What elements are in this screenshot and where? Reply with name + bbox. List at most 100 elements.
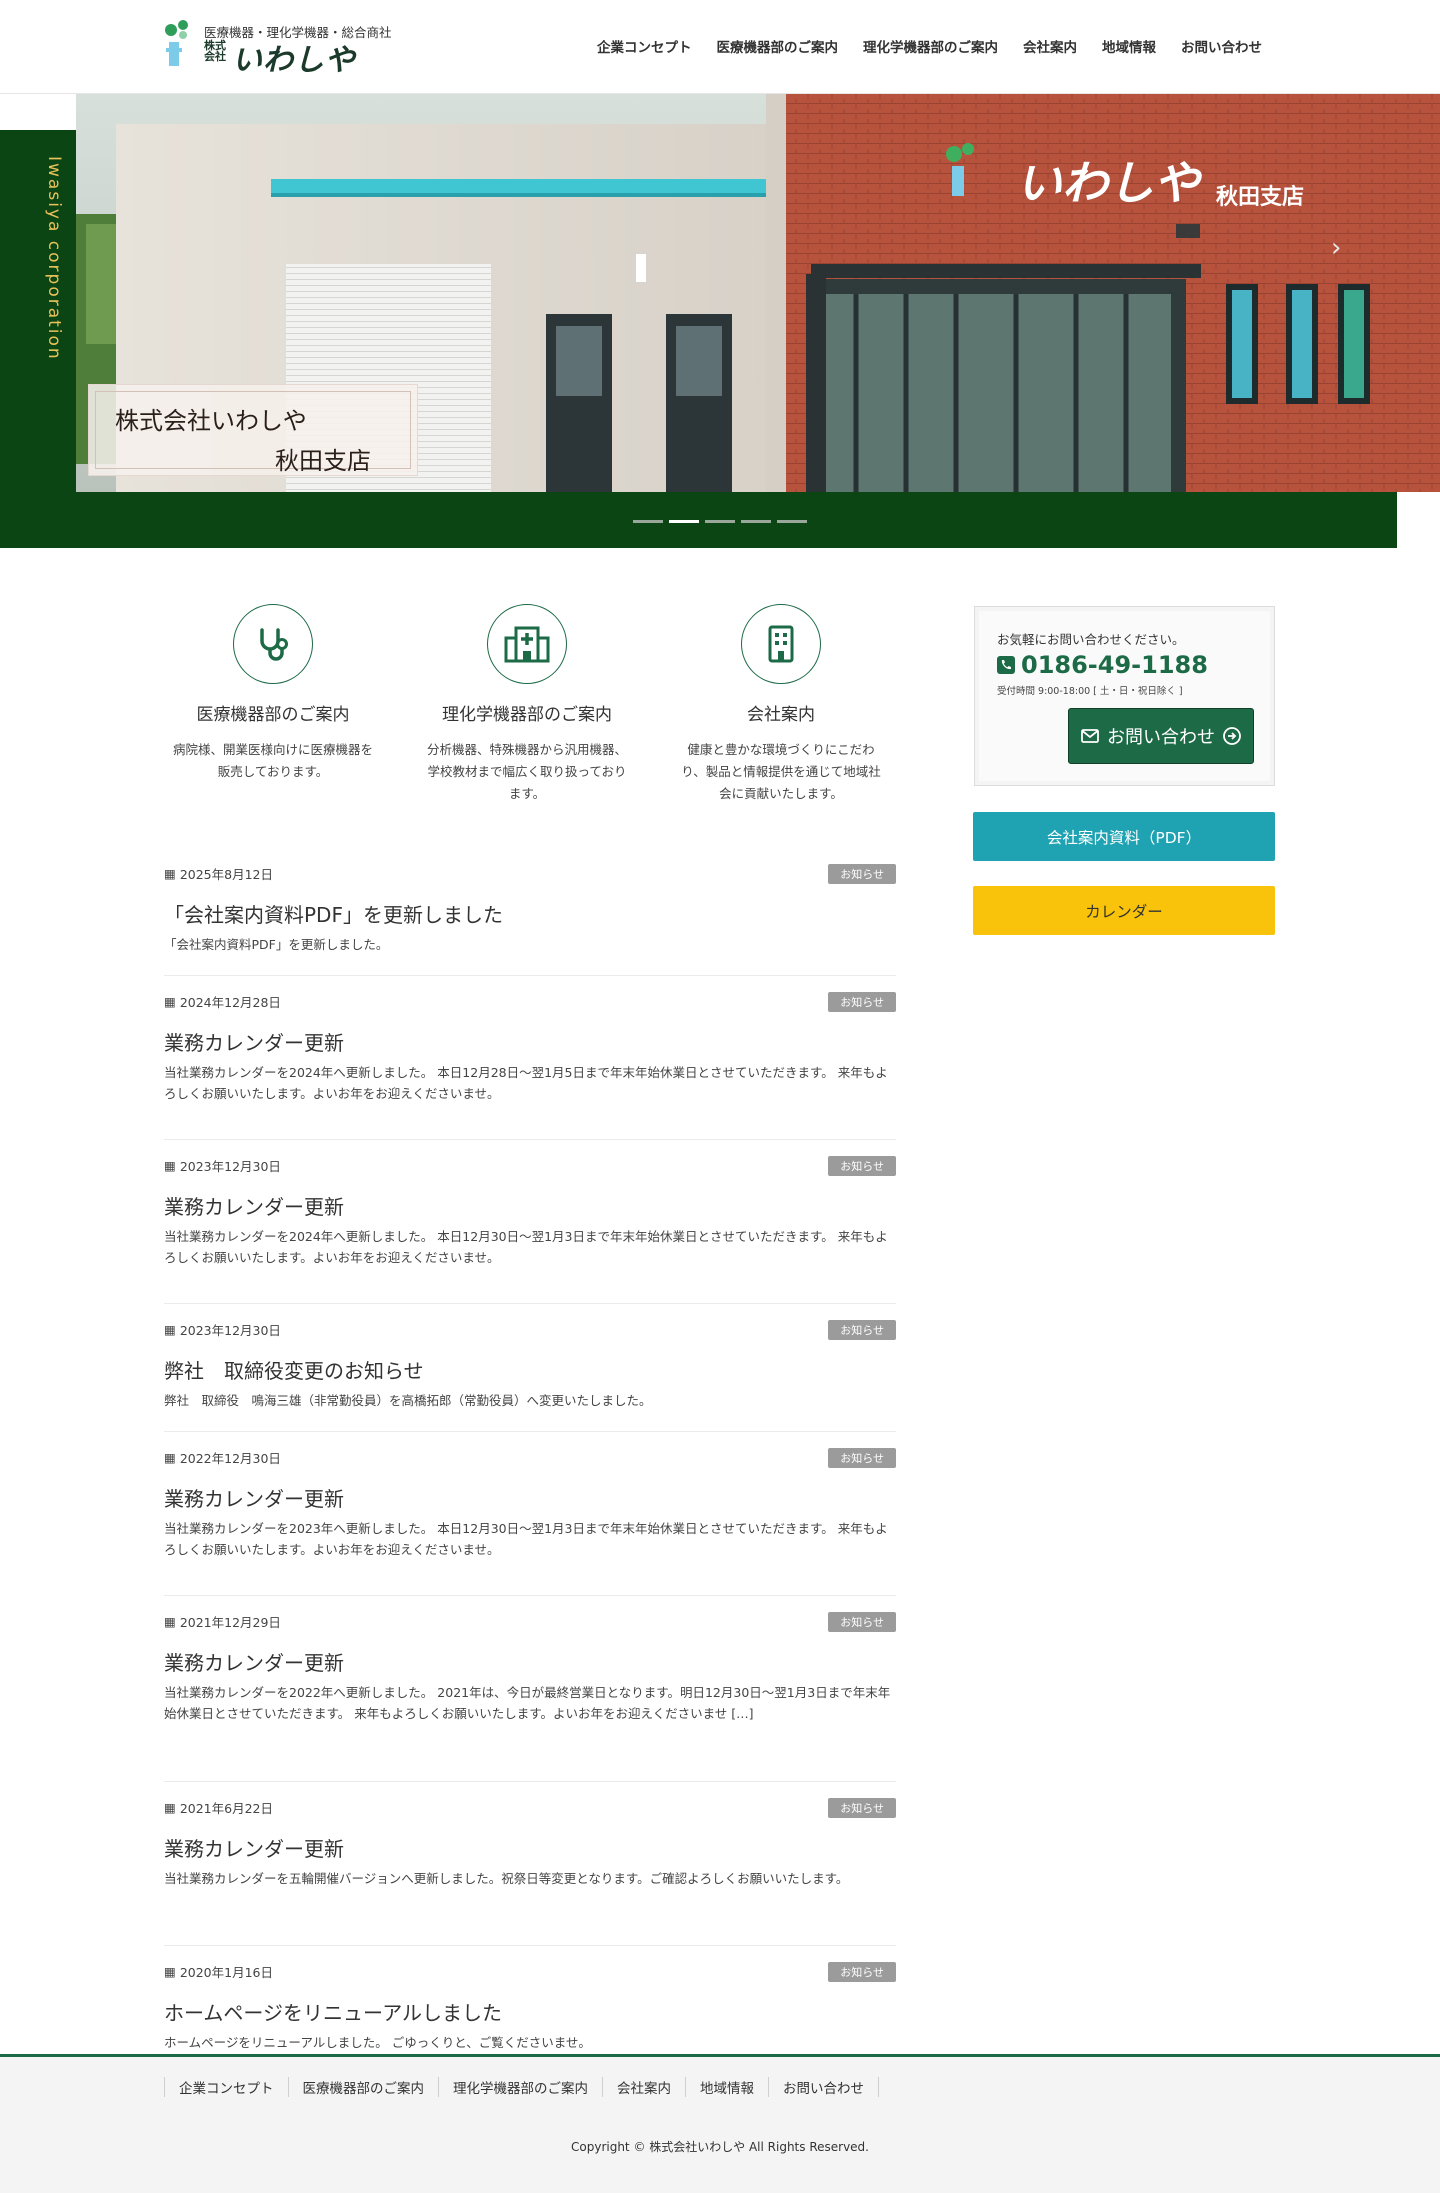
logo-company-name: いわしや [232, 43, 356, 78]
footer-nav-company[interactable]: 会社案内 [602, 2077, 685, 2097]
news-title[interactable]: 業務カレンダー更新 [164, 1027, 896, 1056]
news-excerpt: 当社業務カレンダーを2024年へ更新しました。 本日12月30日～翌1月3日まで… [164, 1229, 888, 1265]
news-title[interactable]: ホームページをリニューアルしました [164, 1997, 896, 2026]
news-title[interactable]: 「会社案内資料PDF」を更新しました [164, 899, 896, 928]
footer-nav-concept[interactable]: 企業コンセプト [164, 2077, 288, 2097]
feature-title: 理化学機器部のご案内 [442, 705, 612, 725]
calendar-icon: ▦ [164, 1614, 176, 1629]
feature-text: 分析機器、特殊機器から汎用機器、学校教材まで幅広く取り扱っております。 [426, 742, 627, 801]
feature-science[interactable]: 理化学機器部のご案内 分析機器、特殊機器から汎用機器、学校教材まで幅広く取り扱っ… [418, 604, 636, 805]
feature-circle [487, 604, 567, 684]
news-date: ▦ 2022年12月30日 [164, 1450, 281, 1466]
hero-side-panel: Iwasiya corporation [0, 130, 76, 548]
news-category-badge[interactable]: お知らせ [828, 1448, 896, 1468]
calendar-icon: ▦ [164, 1322, 176, 1337]
hero-caption: 株式会社いわしや 秋田支店 [88, 384, 418, 476]
svg-text:›: › [1331, 233, 1341, 263]
nav-concept[interactable]: 企業コンセプト [597, 36, 692, 56]
news-item[interactable]: ▦ 2023年12月30日 お知らせ 業務カレンダー更新 当社業務カレンダーを20… [164, 1156, 896, 1304]
news-date: ▦ 2021年12月29日 [164, 1614, 281, 1630]
logo-mark-icon [165, 20, 188, 66]
footer-nav-science[interactable]: 理化学機器部のご案内 [438, 2077, 602, 2097]
contact-button-label: お問い合わせ [1107, 727, 1215, 748]
calendar-icon: ▦ [164, 1800, 176, 1815]
news-excerpt: 当社業務カレンダーを五輪開催バージョンへ更新しました。祝祭日等変更となります。ご… [164, 1871, 849, 1886]
news-title[interactable]: 業務カレンダー更新 [164, 1191, 896, 1220]
news-date: ▦ 2024年12月28日 [164, 994, 281, 1010]
hero-sign-name: いわしや [1016, 156, 1204, 210]
footer-nav-contact[interactable]: お問い合わせ [768, 2077, 879, 2097]
phone-icon [997, 656, 1015, 674]
news-category-badge[interactable]: お知らせ [828, 1156, 896, 1176]
calendar-button[interactable]: カレンダー [973, 886, 1275, 935]
news-title[interactable]: 業務カレンダー更新 [164, 1483, 896, 1512]
feature-text: 健康と豊かな環境づくりにこだわり、製品と情報提供を通じて地域社会に貢献いたします… [681, 742, 881, 801]
news-item[interactable]: ▦ 2021年12月29日 お知らせ 業務カレンダー更新 当社業務カレンダーを20… [164, 1612, 896, 1782]
nav-company[interactable]: 会社案内 [1023, 36, 1077, 56]
contact-hours: 受付時間 9:00-18:00 [ 土・日・祝日除く ] [997, 686, 1183, 697]
news-list: ▦ 2025年8月12日 お知らせ 「会社案内資料PDF」を更新しました 「会社案… [164, 864, 896, 2074]
news-title[interactable]: 業務カレンダー更新 [164, 1647, 896, 1676]
feature-title: 医療機器部のご案内 [196, 705, 350, 725]
contact-widget: お気軽にお問い合わせください。 0186-49-1188 受付時間 9:00-1… [974, 606, 1275, 786]
hero-caption-line2: 秋田支店 [275, 447, 371, 475]
slider-dot-active[interactable] [669, 520, 699, 523]
news-category-badge[interactable]: お知らせ [828, 1612, 896, 1632]
nav-science[interactable]: 理化学機器部のご案内 [863, 36, 998, 56]
news-item[interactable]: ▦ 2025年8月12日 お知らせ 「会社案内資料PDF」を更新しました 「会社案… [164, 864, 896, 976]
news-item[interactable]: ▦ 2021年6月22日 お知らせ 業務カレンダー更新 当社業務カレンダーを五輪開… [164, 1798, 896, 1946]
news-excerpt: 「会社案内資料PDF」を更新しました。 [164, 937, 389, 952]
calendar-icon: ▦ [164, 1158, 176, 1173]
site-header: 医療機器・理化学機器・総合商社 株式会社 いわしや 企業コンセプト 医療機器部の… [0, 0, 1440, 94]
site-logo[interactable]: 医療機器・理化学機器・総合商社 株式会社 いわしや [164, 20, 400, 78]
calendar-icon: ▦ [164, 1450, 176, 1465]
nav-contact[interactable]: お問い合わせ [1181, 36, 1262, 56]
calendar-icon: ▦ [164, 994, 176, 1009]
news-item[interactable]: ▦ 2024年12月28日 お知らせ 業務カレンダー更新 当社業務カレンダーを20… [164, 992, 896, 1140]
footer-nav-local[interactable]: 地域情報 [685, 2077, 768, 2097]
news-category-badge[interactable]: お知らせ [828, 1798, 896, 1818]
slider-pagination [633, 520, 807, 523]
contact-lead: お気軽にお問い合わせください。 [997, 632, 1185, 647]
contact-phone[interactable]: 0186-49-1188 [997, 651, 1208, 679]
news-excerpt: 弊社 取締役 鳴海三雄（非常勤役員）を高橋拓郎（常勤役員）へ変更いたしました。 [164, 1393, 652, 1408]
calendar-icon: ▦ [164, 1964, 176, 1979]
feature-links: 医療機器部のご案内 病院様、開業医様向けに医療機器を販売しております。 理化学機… [164, 604, 896, 814]
footer-nav-medical[interactable]: 医療機器部のご案内 [287, 2077, 439, 2097]
hero-photo-branch-building: いわしや 秋田支店 › 株式会社いわしや 秋田支店 [76, 94, 1440, 492]
news-category-badge[interactable]: お知らせ [828, 1320, 896, 1340]
feature-title: 会社案内 [747, 705, 815, 725]
news-category-badge[interactable]: お知らせ [828, 1962, 896, 1982]
feature-circle [741, 604, 821, 684]
feature-circle [233, 604, 313, 684]
news-date: ▦ 2023年12月30日 [164, 1158, 281, 1174]
stethoscope-icon [260, 628, 288, 661]
news-title[interactable]: 業務カレンダー更新 [164, 1833, 896, 1862]
hero-sign-branch: 秋田支店 [1216, 185, 1304, 210]
news-date: ▦ 2021年6月22日 [164, 1800, 273, 1816]
feature-text: 病院様、開業医様向けに医療機器を販売しております。 [172, 742, 373, 779]
feature-medical[interactable]: 医療機器部のご案内 病院様、開業医様向けに医療機器を販売しております。 [164, 604, 382, 783]
slider-dot[interactable] [633, 520, 663, 523]
news-item[interactable]: ▦ 2022年12月30日 お知らせ 業務カレンダー更新 当社業務カレンダーを20… [164, 1448, 896, 1596]
hero-caption-line1: 株式会社いわしや [115, 407, 307, 435]
slider-dot[interactable] [777, 520, 807, 523]
slider-dot[interactable] [705, 520, 735, 523]
calendar-icon: ▦ [164, 866, 176, 881]
main-nav: 企業コンセプト 医療機器部のご案内 理化学機器部のご案内 会社案内 地域情報 お… [597, 36, 1262, 56]
nav-local[interactable]: 地域情報 [1102, 36, 1156, 56]
feature-company[interactable]: 会社案内 健康と豊かな環境づくりにこだわり、製品と情報提供を通じて地域社会に貢献… [672, 604, 890, 805]
news-category-badge[interactable]: お知らせ [828, 864, 896, 884]
site-footer: 企業コンセプト 医療機器部のご案内 理化学機器部のご案内 会社案内 地域情報 お… [0, 2054, 1440, 2193]
news-excerpt: 当社業務カレンダーを2023年へ更新しました。 本日12月30日～翌1月3日まで… [164, 1521, 888, 1557]
company-pdf-button[interactable]: 会社案内資料（PDF） [973, 812, 1275, 861]
news-item[interactable]: ▦ 2023年12月30日 お知らせ 弊社 取締役変更のお知らせ 弊社 取締役 鳴… [164, 1320, 896, 1432]
nav-medical[interactable]: 医療機器部のご案内 [717, 36, 839, 56]
footer-nav: 企業コンセプト 医療機器部のご案内 理化学機器部のご案内 会社案内 地域情報 お… [164, 2077, 879, 2097]
news-category-badge[interactable]: お知らせ [828, 992, 896, 1012]
news-title[interactable]: 弊社 取締役変更のお知らせ [164, 1355, 896, 1384]
building-icon [768, 625, 794, 663]
news-excerpt: ホームページをリニューアルしました。 ごゆっくりと、ご覧くださいませ。 [164, 2035, 591, 2050]
contact-button[interactable]: お問い合わせ [1068, 708, 1254, 764]
slider-dot[interactable] [741, 520, 771, 523]
